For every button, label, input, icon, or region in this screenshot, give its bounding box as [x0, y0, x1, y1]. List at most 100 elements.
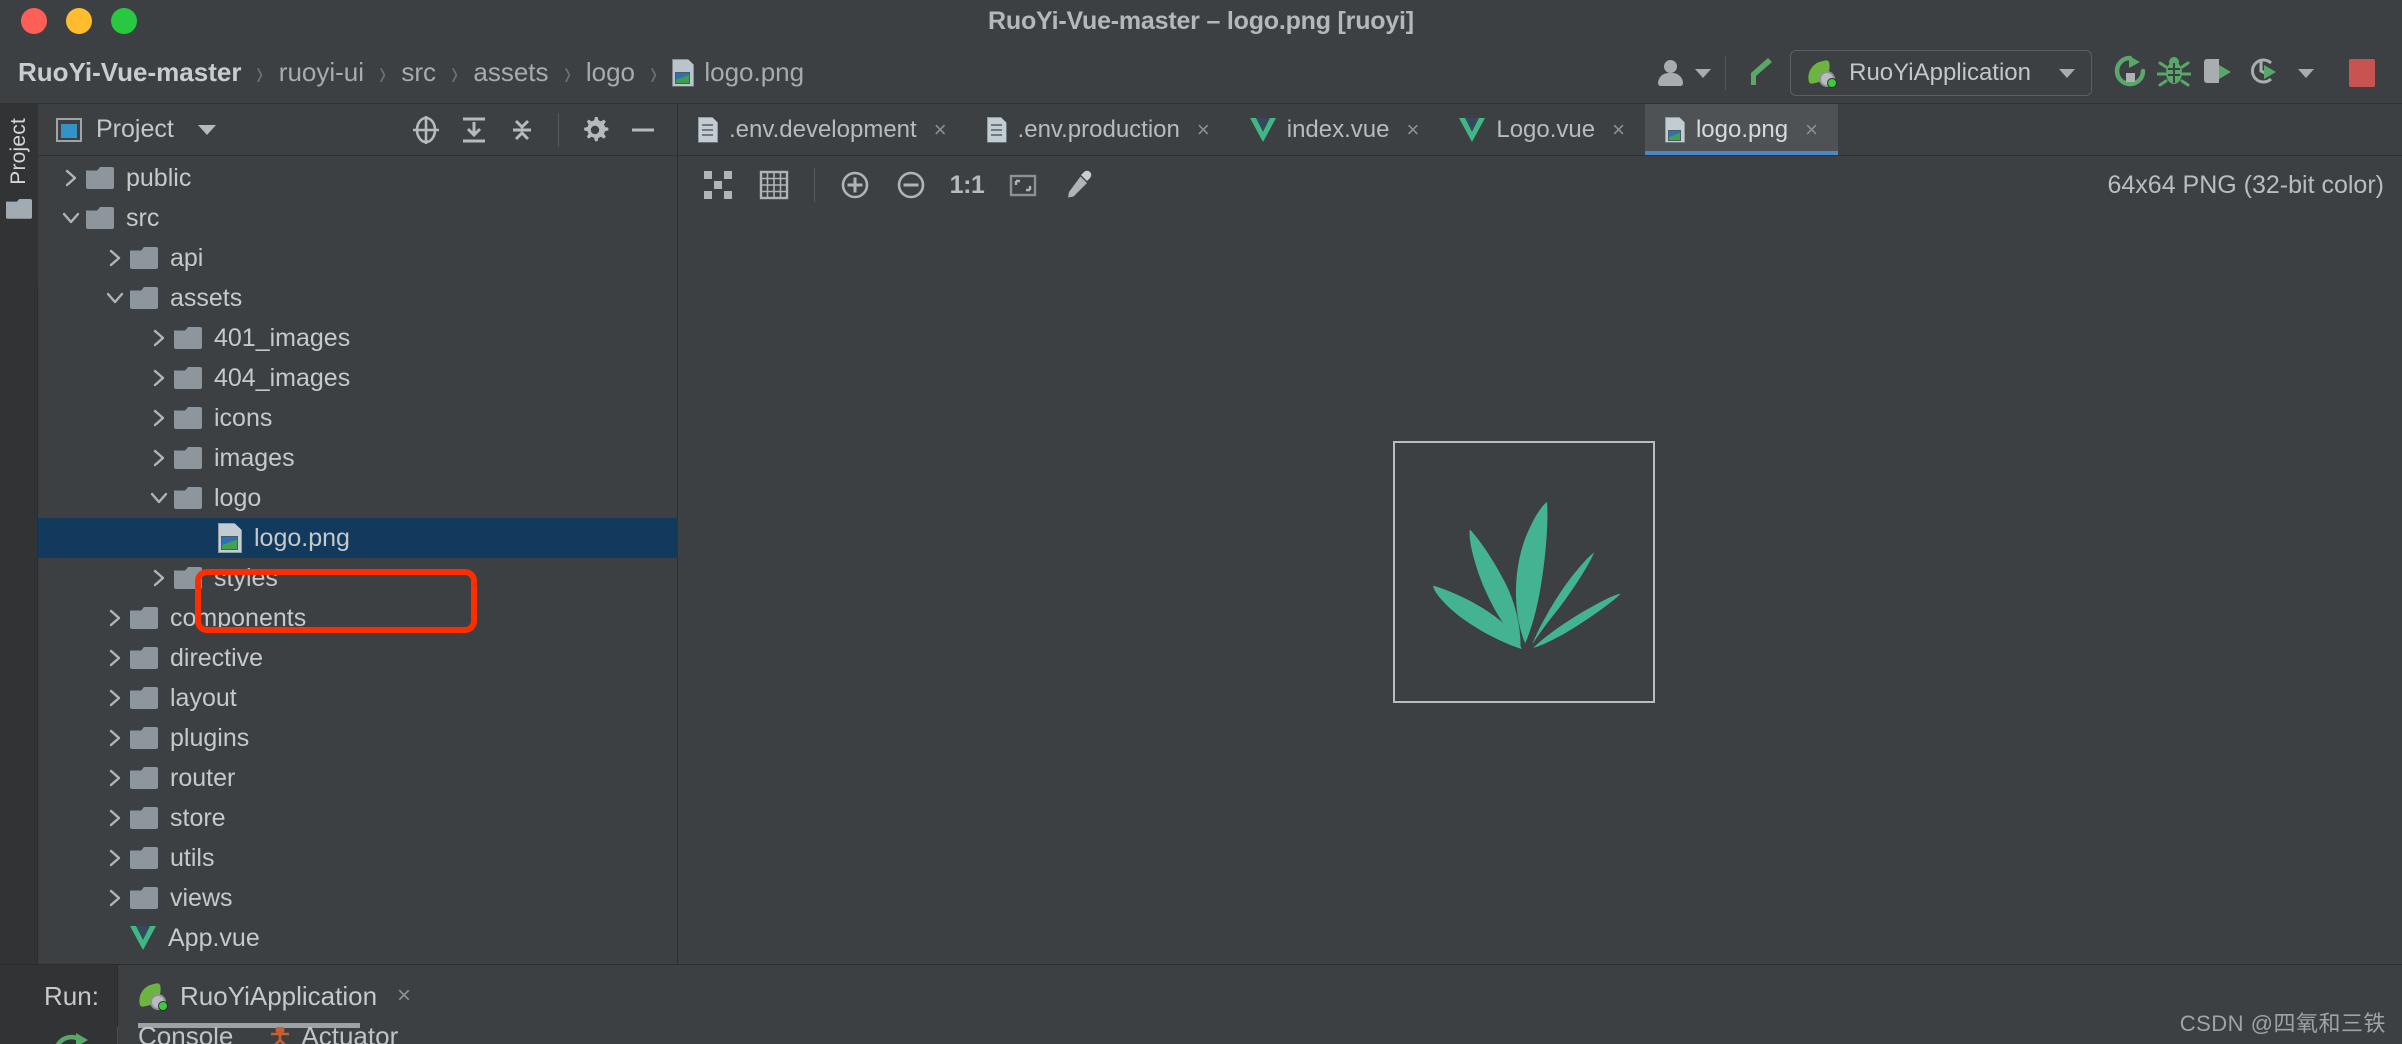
tree-row-icons[interactable]: icons [38, 398, 678, 438]
chevron-right-icon[interactable] [100, 887, 130, 909]
chevron-right-icon[interactable] [100, 767, 130, 789]
editor-tab-index-vue[interactable]: index.vue × [1230, 104, 1440, 155]
close-icon[interactable]: × [1805, 117, 1818, 143]
tree-row-logo-png[interactable]: logo.png [38, 518, 678, 558]
title-bar: RuoYi-Vue-master – logo.png [ruoyi] [0, 0, 2402, 42]
run-tab-ruoyiapplication[interactable]: RuoYiApplication × [136, 965, 411, 1027]
navigation-bar: RuoYi-Vue-master › ruoyi-ui › src › asse… [0, 42, 2402, 104]
chevron-right-icon[interactable] [144, 567, 174, 589]
breadcrumb-separator: › [563, 52, 571, 92]
tree-row-plugins[interactable]: plugins [38, 718, 678, 758]
chevron-right-icon[interactable] [100, 647, 130, 669]
tree-row-label: images [214, 443, 295, 472]
chevron-down-icon [2298, 68, 2314, 78]
chevron-down-icon[interactable] [197, 124, 216, 135]
tree-row-styles[interactable]: styles [38, 558, 678, 598]
breadcrumb-item-logo-png[interactable]: logo.png [672, 57, 804, 88]
editor-tab-logo-vue[interactable]: Logo.vue × [1439, 104, 1645, 155]
run-sub-tabs: Console Actuator [138, 1027, 398, 1044]
toggle-grid-button[interactable] [748, 162, 800, 208]
main-toolbar: RuoYiApplication [1656, 42, 2384, 104]
tool-window-button-project[interactable]: Project [0, 104, 38, 286]
debug-button[interactable] [2152, 51, 2196, 95]
close-icon[interactable]: × [1197, 117, 1210, 143]
chevron-right-icon[interactable] [100, 607, 130, 629]
tree-row-directive[interactable]: directive [38, 638, 678, 678]
breadcrumb-item-project[interactable]: RuoYi-Vue-master [18, 57, 241, 88]
chevron-right-icon[interactable] [100, 247, 130, 269]
tree-row-images[interactable]: images [38, 438, 678, 478]
tree-row-label: layout [170, 683, 237, 712]
select-opened-file-button[interactable] [404, 108, 448, 152]
tree-row-src[interactable]: src [38, 198, 678, 238]
tree-row-label: 404_images [214, 363, 351, 392]
user-settings-button[interactable] [1656, 51, 1712, 95]
chevron-right-icon[interactable] [100, 687, 130, 709]
tree-row-label: directive [170, 643, 264, 672]
breadcrumb-item-logo[interactable]: logo [586, 57, 635, 88]
tree-row-logo[interactable]: logo [38, 478, 678, 518]
tree-row-utils[interactable]: utils [38, 838, 678, 878]
tree-row-assets[interactable]: assets [38, 278, 678, 318]
more-run-options-dropdown[interactable] [2284, 51, 2328, 95]
actuator-icon [267, 1027, 293, 1044]
collapse-all-button[interactable] [500, 108, 544, 152]
tree-row-401-images[interactable]: 401_images [38, 318, 678, 358]
image-info-label: 64x64 PNG (32-bit color) [2107, 171, 2384, 199]
tree-row-public[interactable]: public [38, 158, 678, 198]
rerun-button[interactable] [2108, 51, 2152, 95]
breadcrumb-item-assets[interactable]: assets [473, 57, 548, 88]
chevron-right-icon[interactable] [144, 327, 174, 349]
tree-row-api[interactable]: api [38, 238, 678, 278]
rerun-button-bottom[interactable] [52, 1031, 92, 1044]
chevron-right-icon[interactable] [144, 447, 174, 469]
run-with-coverage-button[interactable] [2196, 51, 2240, 95]
settings-button[interactable] [573, 108, 617, 152]
chevron-right-icon[interactable] [100, 807, 130, 829]
chevron-right-icon[interactable] [100, 847, 130, 869]
chevron-right-icon[interactable] [144, 367, 174, 389]
breadcrumb-item-ruoyi-ui[interactable]: ruoyi-ui [279, 57, 364, 88]
tree-row-404-images[interactable]: 404_images [38, 358, 678, 398]
stop-button[interactable] [2340, 51, 2384, 95]
close-icon[interactable]: × [934, 117, 947, 143]
toggle-transparency-chessboard-button[interactable] [692, 162, 744, 208]
image-canvas[interactable] [678, 214, 2402, 964]
close-icon[interactable]: × [1612, 117, 1625, 143]
fit-to-window-button[interactable] [997, 162, 1049, 208]
expand-all-button[interactable] [452, 108, 496, 152]
editor-tab-logo-png[interactable]: logo.png × [1644, 104, 1838, 155]
tree-row-store[interactable]: store [38, 798, 678, 838]
run-subtab-actuator[interactable]: Actuator [301, 1027, 398, 1044]
chevron-right-icon[interactable] [56, 167, 86, 189]
color-picker-button[interactable] [1053, 162, 1105, 208]
hide-panel-button[interactable] [621, 108, 665, 152]
close-icon[interactable]: × [397, 982, 411, 1010]
zoom-out-button[interactable] [885, 162, 937, 208]
zoom-in-button[interactable] [829, 162, 881, 208]
close-icon[interactable]: × [1406, 117, 1419, 143]
profiler-button[interactable] [2240, 51, 2284, 95]
chevron-right-icon[interactable] [100, 727, 130, 749]
build-hammer-icon [1743, 54, 1781, 92]
tree-row-label: store [170, 803, 226, 832]
folder-icon [86, 207, 114, 229]
editor-tab--env-production[interactable]: .env.production × [967, 104, 1230, 155]
tree-row-components[interactable]: components [38, 598, 678, 638]
build-project-button[interactable] [1740, 51, 1784, 95]
editor-tab--env-development[interactable]: .env.development × [678, 104, 967, 155]
tree-row-layout[interactable]: layout [38, 678, 678, 718]
tree-row-views[interactable]: views [38, 878, 678, 918]
actual-size-button[interactable]: 1:1 [941, 162, 993, 208]
chevron-right-icon[interactable] [144, 407, 174, 429]
chevron-down-icon[interactable] [56, 208, 86, 228]
run-configuration-selector[interactable]: RuoYiApplication [1790, 50, 2092, 96]
folder-icon [130, 767, 158, 789]
tree-row-app-vue[interactable]: App.vue [38, 918, 678, 958]
breadcrumb-item-src[interactable]: src [401, 57, 436, 88]
tree-row-router[interactable]: router [38, 758, 678, 798]
chevron-down-icon[interactable] [100, 288, 130, 308]
run-subtab-console[interactable]: Console [138, 1027, 233, 1044]
chevron-down-icon[interactable] [144, 488, 174, 508]
folder-icon [86, 167, 114, 189]
